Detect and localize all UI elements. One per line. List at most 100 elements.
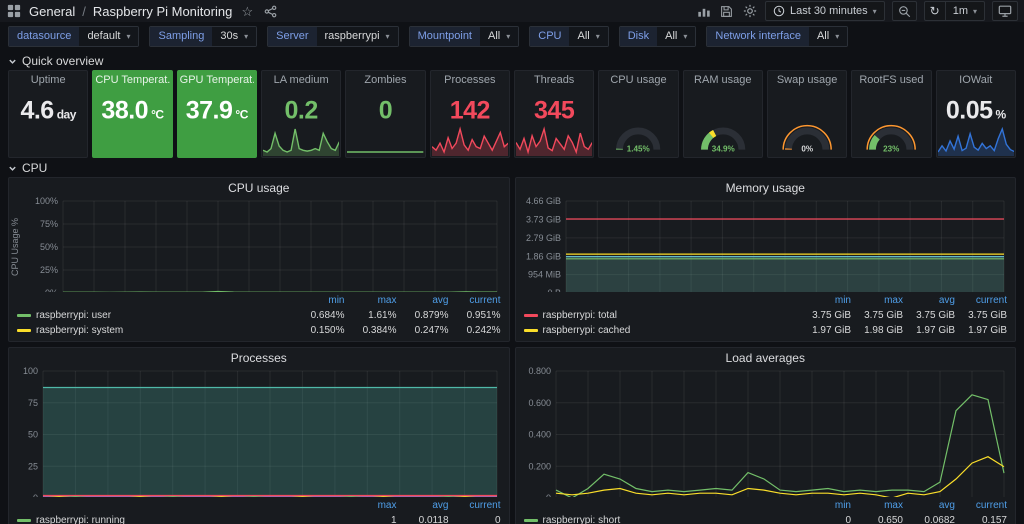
variable-value-dropdown[interactable]: All▾ (809, 27, 847, 46)
refresh-picker: ↻ 1m ▾ (924, 1, 985, 21)
stat-value-number: 0.2 (285, 96, 318, 124)
variable-network-interface: Network interfaceAll▾ (706, 26, 848, 47)
legend-series-toggle[interactable]: raspberrypi: running (17, 515, 345, 524)
variables-bar: datasourcedefault▾Sampling30s▾Serverrasp… (0, 22, 1024, 50)
svg-text:100: 100 (23, 366, 38, 376)
timeseries-chart[interactable]: 100755025008:3608:3808:4008:4208:4408:46… (9, 365, 509, 497)
svg-text:0 B: 0 B (547, 288, 561, 292)
row-title-cpu: CPU (22, 161, 47, 175)
svg-text:50%: 50% (40, 242, 58, 252)
gauge: 34.9% (692, 88, 754, 154)
panel-title[interactable]: RAM usage (686, 74, 760, 86)
variable-label: Disk (620, 27, 657, 46)
legend-series-toggle[interactable]: raspberrypi: user (17, 310, 293, 321)
dashboard: Quick overview Uptime4.6dayCPU Temperat.… (0, 50, 1024, 524)
timeseries-chart[interactable]: 4.66 GiB3.73 GiB2.79 GiB1.86 GiB954 MiB0… (516, 195, 1016, 292)
legend-column-min[interactable]: min (799, 500, 851, 511)
refresh-button[interactable]: ↻ (924, 1, 946, 21)
breadcrumb-folder[interactable]: General (29, 4, 75, 19)
zoom-out-button[interactable] (892, 1, 917, 21)
legend-header: minmaxavgcurrent (524, 293, 1008, 308)
legend-column-avg[interactable]: avg (903, 500, 955, 511)
panel-title[interactable]: LA medium (264, 74, 338, 86)
svg-text:0.400: 0.400 (528, 430, 551, 440)
legend-column-max[interactable]: max (345, 500, 397, 511)
legend-column-current[interactable]: current (449, 500, 501, 511)
settings-gear-icon[interactable] (742, 3, 758, 19)
row-toggle-quick-overview[interactable]: Quick overview (8, 53, 1016, 69)
svg-text:25%: 25% (40, 265, 58, 275)
svg-text:0.600: 0.600 (528, 398, 551, 408)
panel-title[interactable]: CPU Temperat... (95, 74, 169, 86)
chevron-down-icon: ▾ (596, 32, 600, 41)
tv-mode-button[interactable] (992, 1, 1018, 21)
variable-value-dropdown[interactable]: All▾ (480, 27, 518, 46)
plot-area: 4.66 GiB3.73 GiB2.79 GiB1.86 GiB954 MiB0… (516, 195, 1016, 292)
legend-value: 0.157 (955, 515, 1007, 524)
share-icon[interactable] (262, 3, 278, 19)
panel-title[interactable]: Zombies (348, 74, 422, 86)
legend-column-avg[interactable]: avg (397, 500, 449, 511)
chevron-down-icon: ▾ (973, 7, 977, 16)
panel-title[interactable]: Load averages (516, 348, 1016, 365)
panel-title[interactable]: IOWait (939, 74, 1013, 86)
dashboards-grid-icon[interactable] (6, 3, 22, 19)
variable-value-dropdown[interactable]: All▾ (657, 27, 695, 46)
legend-series-toggle[interactable]: raspberrypi: cached (524, 325, 800, 336)
time-picker-button[interactable]: Last 30 minutes ▾ (765, 1, 885, 21)
plot-area: 0.8000.6000.4000.200008:3608:3808:4008:4… (516, 365, 1016, 497)
panel-title[interactable]: RootFS used (854, 74, 928, 86)
sparkline (516, 126, 592, 156)
legend-column-max[interactable]: max (851, 500, 903, 511)
panel-title[interactable]: Threads (517, 74, 591, 86)
panel-title[interactable]: CPU usage (9, 178, 509, 195)
panel-title[interactable]: Processes (433, 74, 507, 86)
sparkline-chart (432, 126, 508, 156)
variable-value-dropdown[interactable]: default▾ (79, 27, 138, 46)
stat-value-unit: °C (235, 107, 247, 121)
variable-value-dropdown[interactable]: 30s▾ (212, 27, 256, 46)
stat-value-unit: % (996, 107, 1006, 121)
add-panel-icon[interactable] (696, 3, 712, 19)
row-toggle-cpu[interactable]: CPU (8, 160, 1016, 176)
panel-title[interactable]: Processes (9, 348, 509, 365)
variable-label: Mountpoint (410, 27, 480, 46)
legend-column-min[interactable]: min (293, 295, 345, 306)
panel-title[interactable]: GPU Temperat... (180, 74, 254, 86)
panel-title[interactable]: CPU usage (601, 74, 675, 86)
legend-column-avg[interactable]: avg (903, 295, 955, 306)
stat-panel-iowait: IOWait0.05% (936, 70, 1016, 158)
legend-column-min[interactable]: min (799, 295, 851, 306)
save-dashboard-icon[interactable] (719, 3, 735, 19)
panel-title[interactable]: Memory usage (516, 178, 1016, 195)
legend-column-current[interactable]: current (955, 500, 1007, 511)
legend-column-max[interactable]: max (851, 295, 903, 306)
navbar-actions: Last 30 minutes ▾ ↻ 1m ▾ (696, 1, 1018, 21)
refresh-interval-dropdown[interactable]: 1m ▾ (946, 1, 985, 21)
stat-panel-gpu-temperat: GPU Temperat...37.9°C (177, 70, 257, 158)
variable-value-dropdown[interactable]: raspberrypi▾ (317, 27, 398, 46)
time-range-label: Last 30 minutes (790, 5, 868, 17)
svg-text:0: 0 (545, 493, 550, 497)
star-icon[interactable]: ☆ (239, 3, 255, 19)
timeseries-chart[interactable]: 100%75%50%25%0%08:3608:3808:4008:4208:44… (9, 195, 509, 292)
timeseries-chart[interactable]: 0.8000.6000.4000.200008:3608:3808:4008:4… (516, 365, 1016, 497)
svg-text:0.200: 0.200 (528, 461, 551, 471)
gauge-chart: 23% (860, 88, 922, 154)
panel-title[interactable]: Uptime (11, 74, 85, 86)
legend-column-avg[interactable]: avg (397, 295, 449, 306)
variable-value-dropdown[interactable]: All▾ (569, 27, 607, 46)
variable-datasource: datasourcedefault▾ (8, 26, 139, 47)
legend-column-current[interactable]: current (449, 295, 501, 306)
legend-series-toggle[interactable]: raspberrypi: total (524, 310, 800, 321)
chart-panel-cpu-usage: CPU usage100%75%50%25%0%08:3608:3808:400… (8, 177, 510, 342)
legend-series-toggle[interactable]: raspberrypi: system (17, 325, 293, 336)
legend-column-max[interactable]: max (345, 295, 397, 306)
stat-panel-la-medium: LA medium 0.2 (261, 70, 341, 158)
chevron-down-icon: ▾ (386, 32, 390, 41)
panel-title[interactable]: Swap usage (770, 74, 844, 86)
legend-series-toggle[interactable]: raspberrypi: short (524, 515, 800, 524)
svg-text:75: 75 (28, 398, 38, 408)
legend-column-current[interactable]: current (955, 295, 1007, 306)
legend-series-name: raspberrypi: total (543, 310, 617, 321)
